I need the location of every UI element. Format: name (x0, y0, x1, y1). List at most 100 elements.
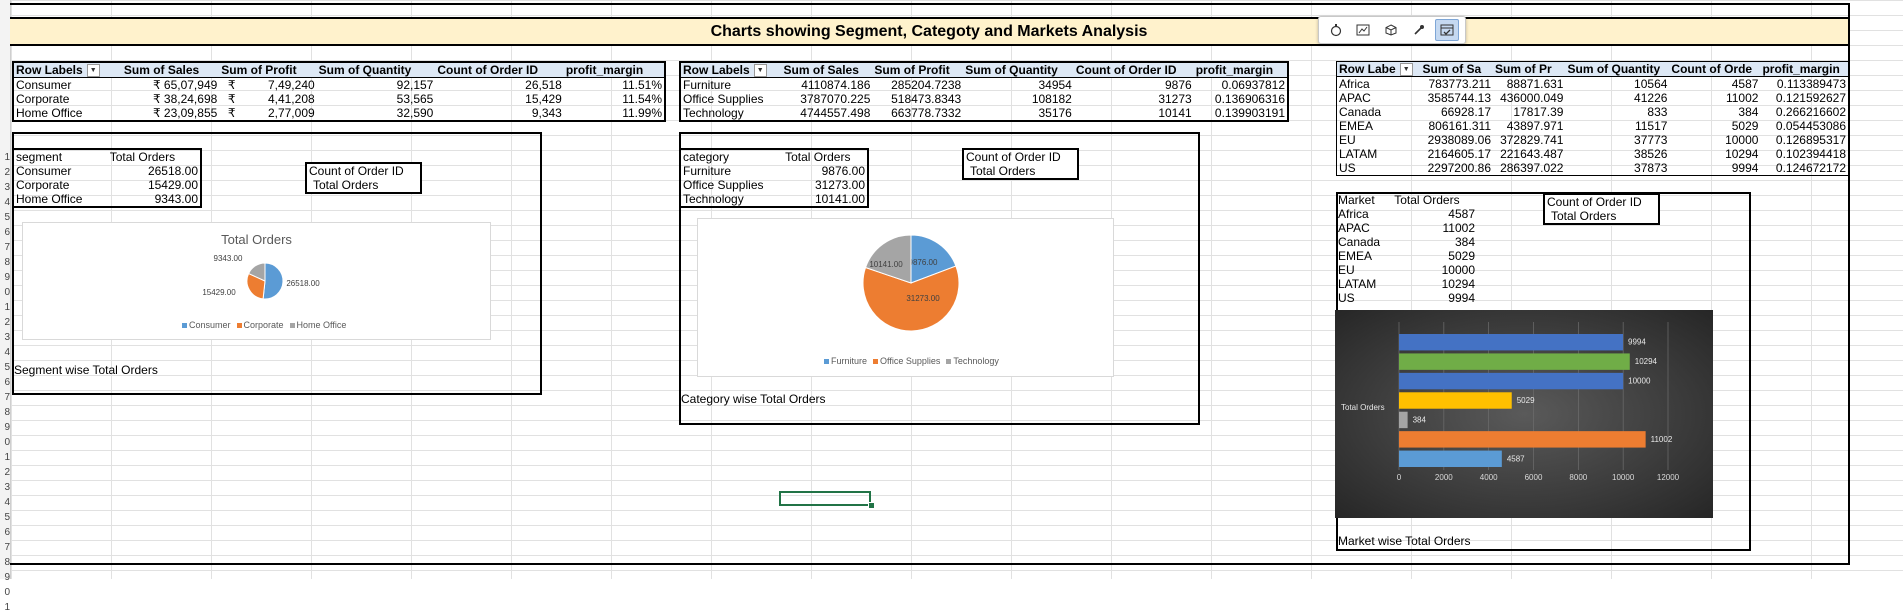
selected-cell[interactable] (779, 491, 871, 506)
table-cell[interactable]: 221643.487 (1493, 147, 1565, 161)
table-cell[interactable]: 15,429 (435, 92, 564, 106)
category-pivot-header-1[interactable]: Sum of Sales (781, 62, 873, 79)
table-cell[interactable]: 0.06937812 (1194, 78, 1288, 93)
table-cell[interactable]: 26518.00 (108, 164, 201, 178)
table-cell[interactable]: LATAM (1336, 277, 1392, 291)
bar-africa[interactable] (1399, 450, 1502, 467)
table-check-icon[interactable] (1435, 19, 1459, 41)
row-number[interactable]: 5 (0, 362, 10, 373)
row-number[interactable]: 9 (0, 272, 10, 283)
table-row[interactable]: EMEA 806161.311 43897.971 11517 5029 0.054453… (1337, 119, 1849, 133)
table-header-cell[interactable]: Market (1336, 193, 1392, 207)
category-pivot-header-5[interactable]: profit_margin (1193, 62, 1288, 79)
category-pivot-header-2[interactable]: Sum of Profit (872, 62, 964, 79)
table-cell[interactable]: 0.054453086 (1760, 119, 1848, 133)
table-cell[interactable]: Canada (1336, 235, 1392, 249)
table-cell[interactable]: 11002 (1392, 221, 1477, 235)
table-cell[interactable]: 285204.7238 (872, 78, 963, 93)
segment-pivot-header-2[interactable]: Sum of Profit (219, 62, 317, 79)
category-pivot-header-0[interactable]: Row Labels ▼ (680, 62, 782, 79)
table-cell[interactable]: 108182 (963, 92, 1074, 106)
table-row[interactable]: Canada 384 (1336, 235, 1477, 249)
row-number[interactable]: 6 (0, 527, 10, 538)
table-cell[interactable]: 2938089.06 (1421, 133, 1493, 147)
table-row[interactable]: Home Office 9343.00 (13, 192, 201, 207)
table-row[interactable]: Consumer ₹ 65,07,949 ₹7,49,240 92,157 26,518… (13, 78, 665, 93)
table-row[interactable]: Africa 4587 (1336, 207, 1477, 221)
category-pivot-header-4[interactable]: Count of Order ID (1073, 62, 1194, 79)
filter-dropdown-icon[interactable]: ▼ (1399, 63, 1413, 76)
category-pie-chart[interactable]: 9876.00 31273.00 10141.00 Furniture Office … (697, 218, 1114, 377)
table-cell[interactable]: 10141.00 (783, 192, 868, 207)
table-cell[interactable]: 783773.211 (1421, 77, 1493, 92)
table-cell[interactable]: EMEA (1337, 119, 1421, 133)
row-number[interactable]: 6 (0, 227, 10, 238)
table-cell[interactable]: US (1337, 161, 1421, 176)
table-cell[interactable]: 0.139903191 (1194, 106, 1288, 121)
row-number[interactable]: 3 (0, 482, 10, 493)
table-header-cell[interactable]: Total Orders (1392, 193, 1477, 207)
table-header-cell[interactable]: category (680, 149, 783, 164)
table-cell[interactable]: 3787070.225 (782, 92, 873, 106)
market-pivot-header-4[interactable]: Count of Orde (1669, 61, 1761, 78)
table-cell[interactable]: 4,41,208 (237, 92, 316, 106)
info-icon[interactable] (1325, 20, 1347, 40)
table-cell[interactable]: 9994 (1669, 161, 1760, 176)
table-cell[interactable]: Corporate (13, 178, 108, 192)
table-cell[interactable]: EU (1337, 133, 1421, 147)
row-number[interactable]: 1 (0, 152, 10, 163)
table-cell[interactable]: ₹ (219, 106, 237, 121)
table-cell[interactable]: 663778.7332 (872, 106, 963, 121)
table-cell[interactable]: 2164605.17 (1421, 147, 1493, 161)
table-cell[interactable]: ₹ (219, 78, 237, 93)
table-row[interactable]: Technology 4744557.498 663778.7332 35176 101… (680, 106, 1288, 121)
table-cell[interactable]: 9876.00 (783, 164, 868, 178)
row-number[interactable]: 7 (0, 392, 10, 403)
row-number[interactable]: 3 (0, 332, 10, 343)
category-pivot-header-3[interactable]: Sum of Quantity (963, 62, 1074, 79)
table-cell[interactable]: Africa (1337, 77, 1421, 92)
table-cell[interactable]: EU (1336, 263, 1392, 277)
table-cell[interactable]: 2,77,009 (237, 106, 316, 121)
row-number[interactable]: 7 (0, 542, 10, 553)
table-cell[interactable]: 38526 (1565, 147, 1669, 161)
segment-pivot-header-4[interactable]: Count of Order ID (435, 62, 564, 79)
row-number[interactable]: 4 (0, 497, 10, 508)
table-row[interactable]: US 2297200.86 286397.022 37873 9994 0.1246721… (1337, 161, 1849, 176)
table-cell[interactable]: 833 (1565, 105, 1669, 119)
row-number[interactable]: 0 (0, 437, 10, 448)
row-number[interactable]: 8 (0, 557, 10, 568)
bar-latam[interactable] (1399, 353, 1630, 370)
table-cell[interactable]: ₹ 23,09,855 (122, 106, 219, 121)
segment-pivot-header-3[interactable]: Sum of Quantity (316, 62, 436, 79)
table-cell[interactable]: 0.124672172 (1760, 161, 1848, 176)
table-cell[interactable]: 15429.00 (108, 178, 201, 192)
table-cell[interactable]: 7,49,240 (237, 78, 316, 93)
table-cell[interactable]: 9876 (1074, 78, 1194, 93)
market-pivot-header-2[interactable]: Sum of Pr (1493, 61, 1566, 78)
segment-pie-chart[interactable]: Total Orders 26518.00 15429.00 9343.00 Con… (22, 222, 491, 340)
table-cell[interactable]: Furniture (680, 164, 783, 178)
table-cell[interactable]: 17817.39 (1493, 105, 1565, 119)
table-cell[interactable]: 53,565 (317, 92, 436, 106)
table-header-cell[interactable]: segment (13, 149, 108, 164)
row-number[interactable]: 8 (0, 407, 10, 418)
table-row[interactable]: Corporate 15429.00 (13, 178, 201, 192)
table-cell[interactable]: 0.136906316 (1194, 92, 1288, 106)
table-cell[interactable]: Corporate (13, 92, 122, 106)
table-cell[interactable]: 35176 (963, 106, 1074, 121)
filter-dropdown-icon[interactable]: ▼ (753, 64, 767, 77)
table-cell[interactable]: Technology (680, 192, 783, 207)
table-cell[interactable]: 11.99% (564, 106, 665, 121)
table-cell[interactable]: 384 (1669, 105, 1760, 119)
table-cell[interactable]: LATAM (1337, 147, 1421, 161)
bar-us[interactable] (1399, 334, 1624, 351)
table-cell[interactable]: 10294 (1669, 147, 1760, 161)
table-cell[interactable]: APAC (1336, 221, 1392, 235)
table-cell[interactable]: 34954 (963, 78, 1074, 93)
segment-pivot-table[interactable]: Row Labels ▼ Sum of Sales Sum of Profit S… (12, 61, 666, 123)
table-cell[interactable]: 10564 (1565, 77, 1669, 92)
table-row[interactable]: LATAM 10294 (1336, 277, 1477, 291)
row-number[interactable]: 1 (0, 302, 10, 313)
table-cell[interactable]: 32,590 (317, 106, 436, 121)
